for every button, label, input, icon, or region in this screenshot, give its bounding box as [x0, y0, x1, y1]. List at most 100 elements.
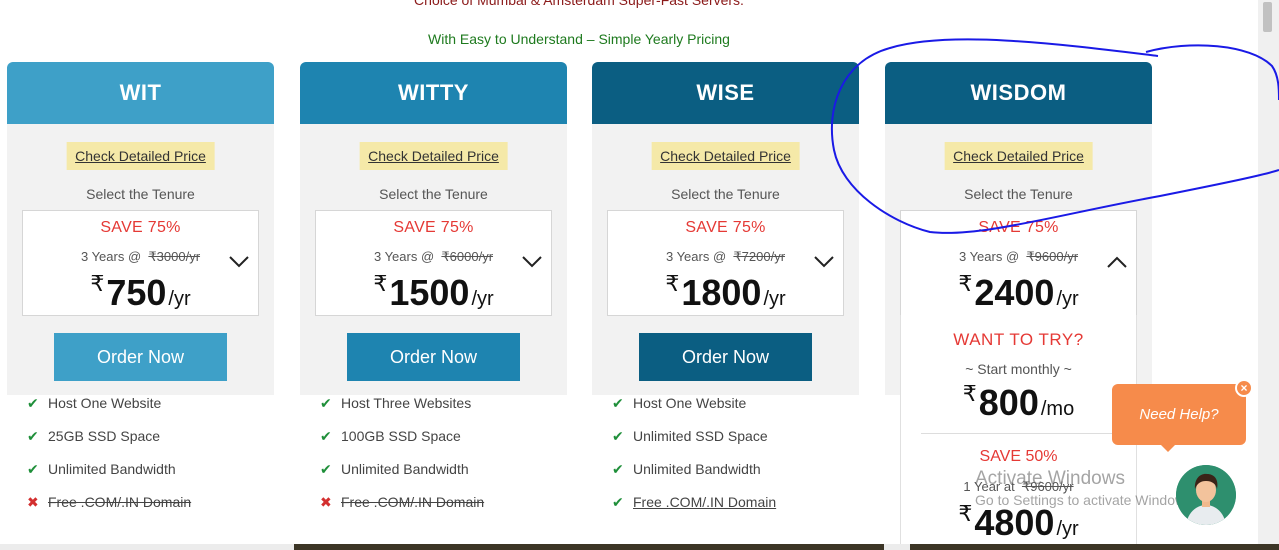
- rupee-symbol: ₹: [373, 271, 388, 296]
- bottom-bar-segment: [294, 544, 884, 550]
- monthly-option[interactable]: ₹800/mo: [901, 381, 1136, 424]
- check-detailed-price-link[interactable]: Check Detailed Price: [66, 142, 215, 170]
- chevron-down-icon[interactable]: [813, 255, 835, 269]
- plan-title: WISE: [592, 62, 859, 124]
- chevron-up-icon[interactable]: [1106, 255, 1128, 269]
- check-icon: ✔: [320, 461, 332, 477]
- years-prefix: 3 Years @: [373, 249, 435, 264]
- save-badge: SAVE 75%: [100, 219, 181, 236]
- rupee-symbol: ₹: [958, 271, 973, 296]
- feature-item: ✔ Unlimited SSD Space: [612, 428, 768, 445]
- old-price: ₹3000/yr: [148, 249, 201, 264]
- price-amount: 1500: [389, 272, 470, 313]
- plan-title: WITTY: [300, 62, 567, 124]
- yearly-price: 4800: [974, 502, 1055, 543]
- tenure-select[interactable]: SAVE 75% 3 Years @ ₹6000/yr ₹1500/yr: [315, 210, 552, 316]
- check-icon: ✔: [612, 395, 624, 411]
- yearly-period: /yr: [1056, 518, 1079, 540]
- plan-title: WIT: [7, 62, 274, 124]
- feature-item: ✖ Free .COM/.IN Domain: [27, 494, 191, 511]
- save-badge: SAVE 75%: [685, 219, 766, 236]
- feature-item: ✔ 25GB SSD Space: [27, 428, 160, 445]
- tenure-years: 3 Years @ ₹3000/yr: [23, 249, 258, 265]
- plan-price: ₹2400/yr: [901, 271, 1136, 314]
- check-detailed-price-link[interactable]: Check Detailed Price: [944, 142, 1093, 170]
- close-icon[interactable]: ×: [1235, 379, 1253, 397]
- feature-item: ✔ 100GB SSD Space: [320, 428, 461, 445]
- header-servers-text: Choice of Mumbai & Amsterdam Super-Fast …: [414, 0, 744, 8]
- need-help-button[interactable]: Need Help?: [1112, 384, 1246, 445]
- check-icon: ✔: [320, 395, 332, 411]
- plan-pricing-area: Check Detailed Price Select the Tenure SAV…: [300, 124, 567, 395]
- price-amount: 750: [106, 272, 167, 313]
- feature-item: ✔ Host Three Websites: [320, 395, 471, 412]
- order-now-button[interactable]: Order Now: [54, 333, 227, 381]
- tenure-label: Select the Tenure: [671, 186, 780, 202]
- tenure-years: 3 Years @ ₹7200/yr: [608, 249, 843, 265]
- tenure-select[interactable]: SAVE 75% 3 Years @ ₹3000/yr ₹750/yr: [22, 210, 259, 316]
- feature-text: Unlimited Bandwidth: [48, 461, 176, 477]
- speech-bubble-tail: [1160, 444, 1176, 452]
- rupee-symbol: ₹: [665, 271, 680, 296]
- cross-icon: ✖: [27, 494, 39, 510]
- feature-text: Free .COM/.IN Domain: [341, 494, 485, 510]
- feature-item: ✔ Unlimited Bandwidth: [612, 461, 761, 478]
- feature-text: 25GB SSD Space: [48, 428, 161, 444]
- check-icon: ✔: [27, 461, 39, 477]
- scrollbar[interactable]: [1258, 0, 1279, 550]
- price-period: /yr: [471, 288, 494, 310]
- feature-item: ✔ Host One Website: [612, 395, 746, 412]
- check-icon: ✔: [27, 395, 39, 411]
- chevron-down-icon[interactable]: [228, 255, 250, 269]
- chevron-down-icon[interactable]: [521, 255, 543, 269]
- feature-text: Unlimited Bandwidth: [341, 461, 469, 477]
- plan-pricing-area: Check Detailed Price Select the Tenure SAV…: [7, 124, 274, 395]
- plan-price: ₹750/yr: [23, 271, 258, 314]
- plan-price: ₹1500/yr: [316, 271, 551, 314]
- bottom-bar-segment: [910, 544, 1279, 550]
- save-badge: SAVE 75%: [978, 219, 1059, 236]
- save-badge: SAVE 75%: [393, 219, 474, 236]
- tenure-select[interactable]: SAVE 75% 3 Years @ ₹7200/yr ₹1800/yr: [607, 210, 844, 316]
- tenure-select[interactable]: SAVE 75% 3 Years @ ₹9600/yr ₹2400/yr: [900, 210, 1137, 316]
- feature-item: ✖ Free .COM/.IN Domain: [320, 494, 484, 511]
- tenure-years: 3 Years @ ₹6000/yr: [316, 249, 551, 265]
- tenure-dropdown-panel[interactable]: WANT TO TRY? ~ Start monthly ~ ₹800/mo SAVE…: [900, 315, 1137, 550]
- feature-text: Unlimited SSD Space: [633, 428, 768, 444]
- tenure-label: Select the Tenure: [379, 186, 488, 202]
- feature-text[interactable]: Free .COM/.IN Domain: [633, 494, 776, 510]
- check-icon: ✔: [320, 428, 332, 444]
- old-price: ₹7200/yr: [733, 249, 786, 264]
- feature-text: Host One Website: [48, 395, 162, 411]
- years-prefix: 3 Years @: [665, 249, 727, 264]
- feature-item: ✔ Free .COM/.IN Domain: [612, 494, 776, 511]
- support-avatar-icon[interactable]: [1176, 465, 1236, 525]
- monthly-price: 800: [978, 382, 1039, 423]
- check-detailed-price-link[interactable]: Check Detailed Price: [359, 142, 508, 170]
- monthly-period: /mo: [1040, 398, 1075, 420]
- order-now-button[interactable]: Order Now: [347, 333, 520, 381]
- plan-card-witty: WITTY Check Detailed Price Select the Tenu…: [300, 62, 567, 550]
- tenure-label: Select the Tenure: [964, 186, 1073, 202]
- save-badge: SAVE 50%: [979, 448, 1058, 465]
- rupee-symbol: ₹: [958, 501, 973, 526]
- price-period: /yr: [1056, 288, 1079, 310]
- feature-item: ✔ Unlimited Bandwidth: [27, 461, 176, 478]
- feature-text: Host One Website: [633, 395, 747, 411]
- check-detailed-price-link[interactable]: Check Detailed Price: [651, 142, 800, 170]
- feature-text: 100GB SSD Space: [341, 428, 461, 444]
- check-icon: ✔: [612, 461, 624, 477]
- price-amount: 1800: [681, 272, 762, 313]
- cross-icon: ✖: [320, 494, 332, 510]
- order-now-button[interactable]: Order Now: [639, 333, 812, 381]
- rupee-symbol: ₹: [90, 271, 105, 296]
- plan-title: WISDOM: [885, 62, 1152, 124]
- old-price: ₹6000/yr: [441, 249, 494, 264]
- check-icon: ✔: [27, 428, 39, 444]
- years-prefix: 3 Years @: [80, 249, 142, 264]
- scrollbar-thumb[interactable]: [1263, 2, 1272, 32]
- feature-item: ✔ Unlimited Bandwidth: [320, 461, 469, 478]
- divider: [921, 433, 1118, 434]
- activate-windows-watermark: Activate Windows Go to Settings to activ…: [975, 468, 1196, 508]
- watermark-title: Activate Windows: [975, 468, 1125, 489]
